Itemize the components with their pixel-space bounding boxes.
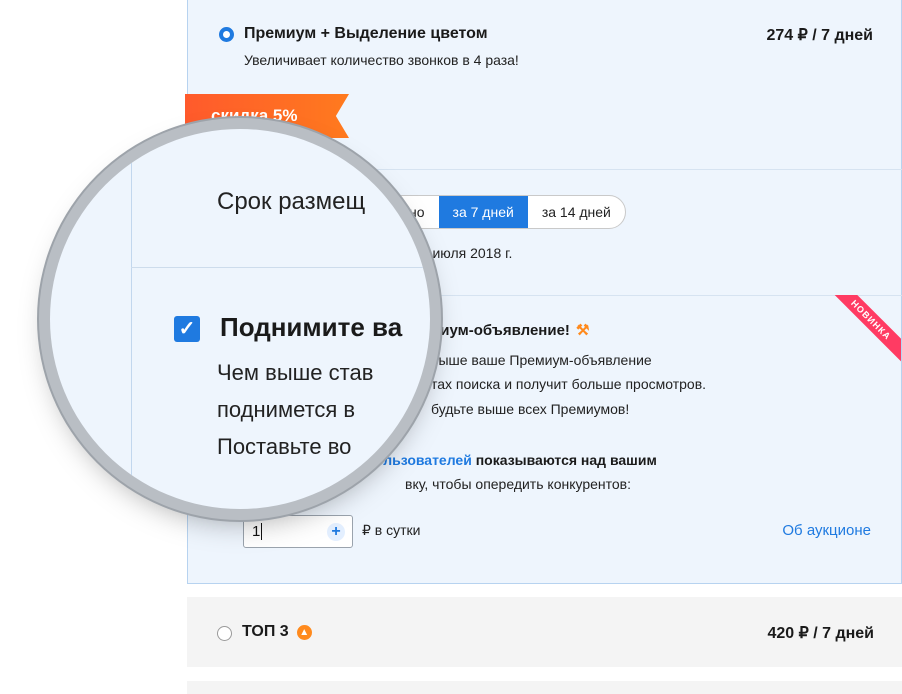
- next-option-card[interactable]: [187, 681, 902, 694]
- auction-desc-line-1: выше ваше Премиум-объявление: [431, 352, 652, 368]
- auction-desc-line-5: вку, чтобы опередить конкурентов:: [405, 476, 632, 492]
- card-border: [131, 129, 132, 509]
- users-rest-text: показываются над вашим: [471, 452, 657, 468]
- auction-checkbox[interactable]: ✓: [174, 316, 200, 342]
- auction-title-text: емиум-объявление!: [421, 322, 570, 339]
- top3-title-text: ТОП 3: [242, 623, 289, 640]
- duration-option-14-days[interactable]: за 14 дней: [528, 196, 625, 228]
- new-badge: НОВИНКА: [829, 295, 901, 367]
- divider: [131, 267, 430, 268]
- new-badge-label: НОВИНКА: [829, 295, 901, 367]
- auction-title-zoomed: Поднимите ва: [220, 312, 403, 342]
- duration-label-zoomed: Срок размещ: [217, 188, 366, 215]
- premium-radio[interactable]: [219, 27, 234, 42]
- magnifier-lens: Срок размещ ✓ Поднимите ва Чем выше став…: [50, 129, 430, 509]
- auction-title: емиум-объявление! ⚒: [421, 321, 589, 339]
- about-auction-link[interactable]: Об аукционе: [782, 522, 871, 539]
- per-day-label: ₽ в сутки: [362, 522, 421, 538]
- auction-desc-line-3: будьте выше всех Премиумов!: [431, 401, 630, 417]
- top3-price: 420 ₽ / 7 дней: [767, 625, 874, 642]
- top3-option-card[interactable]: ТОП 3 ▲ 420 ₽ / 7 дней: [187, 597, 902, 667]
- auction-zoom-line-3: Поставьте во: [217, 434, 352, 459]
- premium-option-subtitle: Увеличивает количество звонков в 4 раза!: [244, 52, 519, 68]
- top3-title: ТОП 3 ▲: [242, 623, 312, 641]
- hammer-icon: ⚒: [575, 322, 590, 339]
- auction-zoom-line-2: поднимется в: [217, 397, 356, 422]
- premium-option-title: Премиум + Выделение цветом: [244, 25, 488, 42]
- auction-zoom-line-1: Чем выше став: [217, 360, 374, 385]
- plus-icon[interactable]: +: [327, 523, 345, 541]
- duration-option-7-days[interactable]: за 7 дней: [438, 196, 528, 228]
- premium-option-price: 274 ₽ / 7 дней: [766, 27, 873, 44]
- bid-input[interactable]: 1 +: [243, 515, 353, 548]
- arrow-up-icon: ▲: [296, 624, 312, 640]
- auction-desc-line-2: тах поиска и получит больше просмотров.: [431, 376, 707, 392]
- bid-input-value: 1: [252, 523, 263, 540]
- top3-radio[interactable]: [217, 626, 232, 641]
